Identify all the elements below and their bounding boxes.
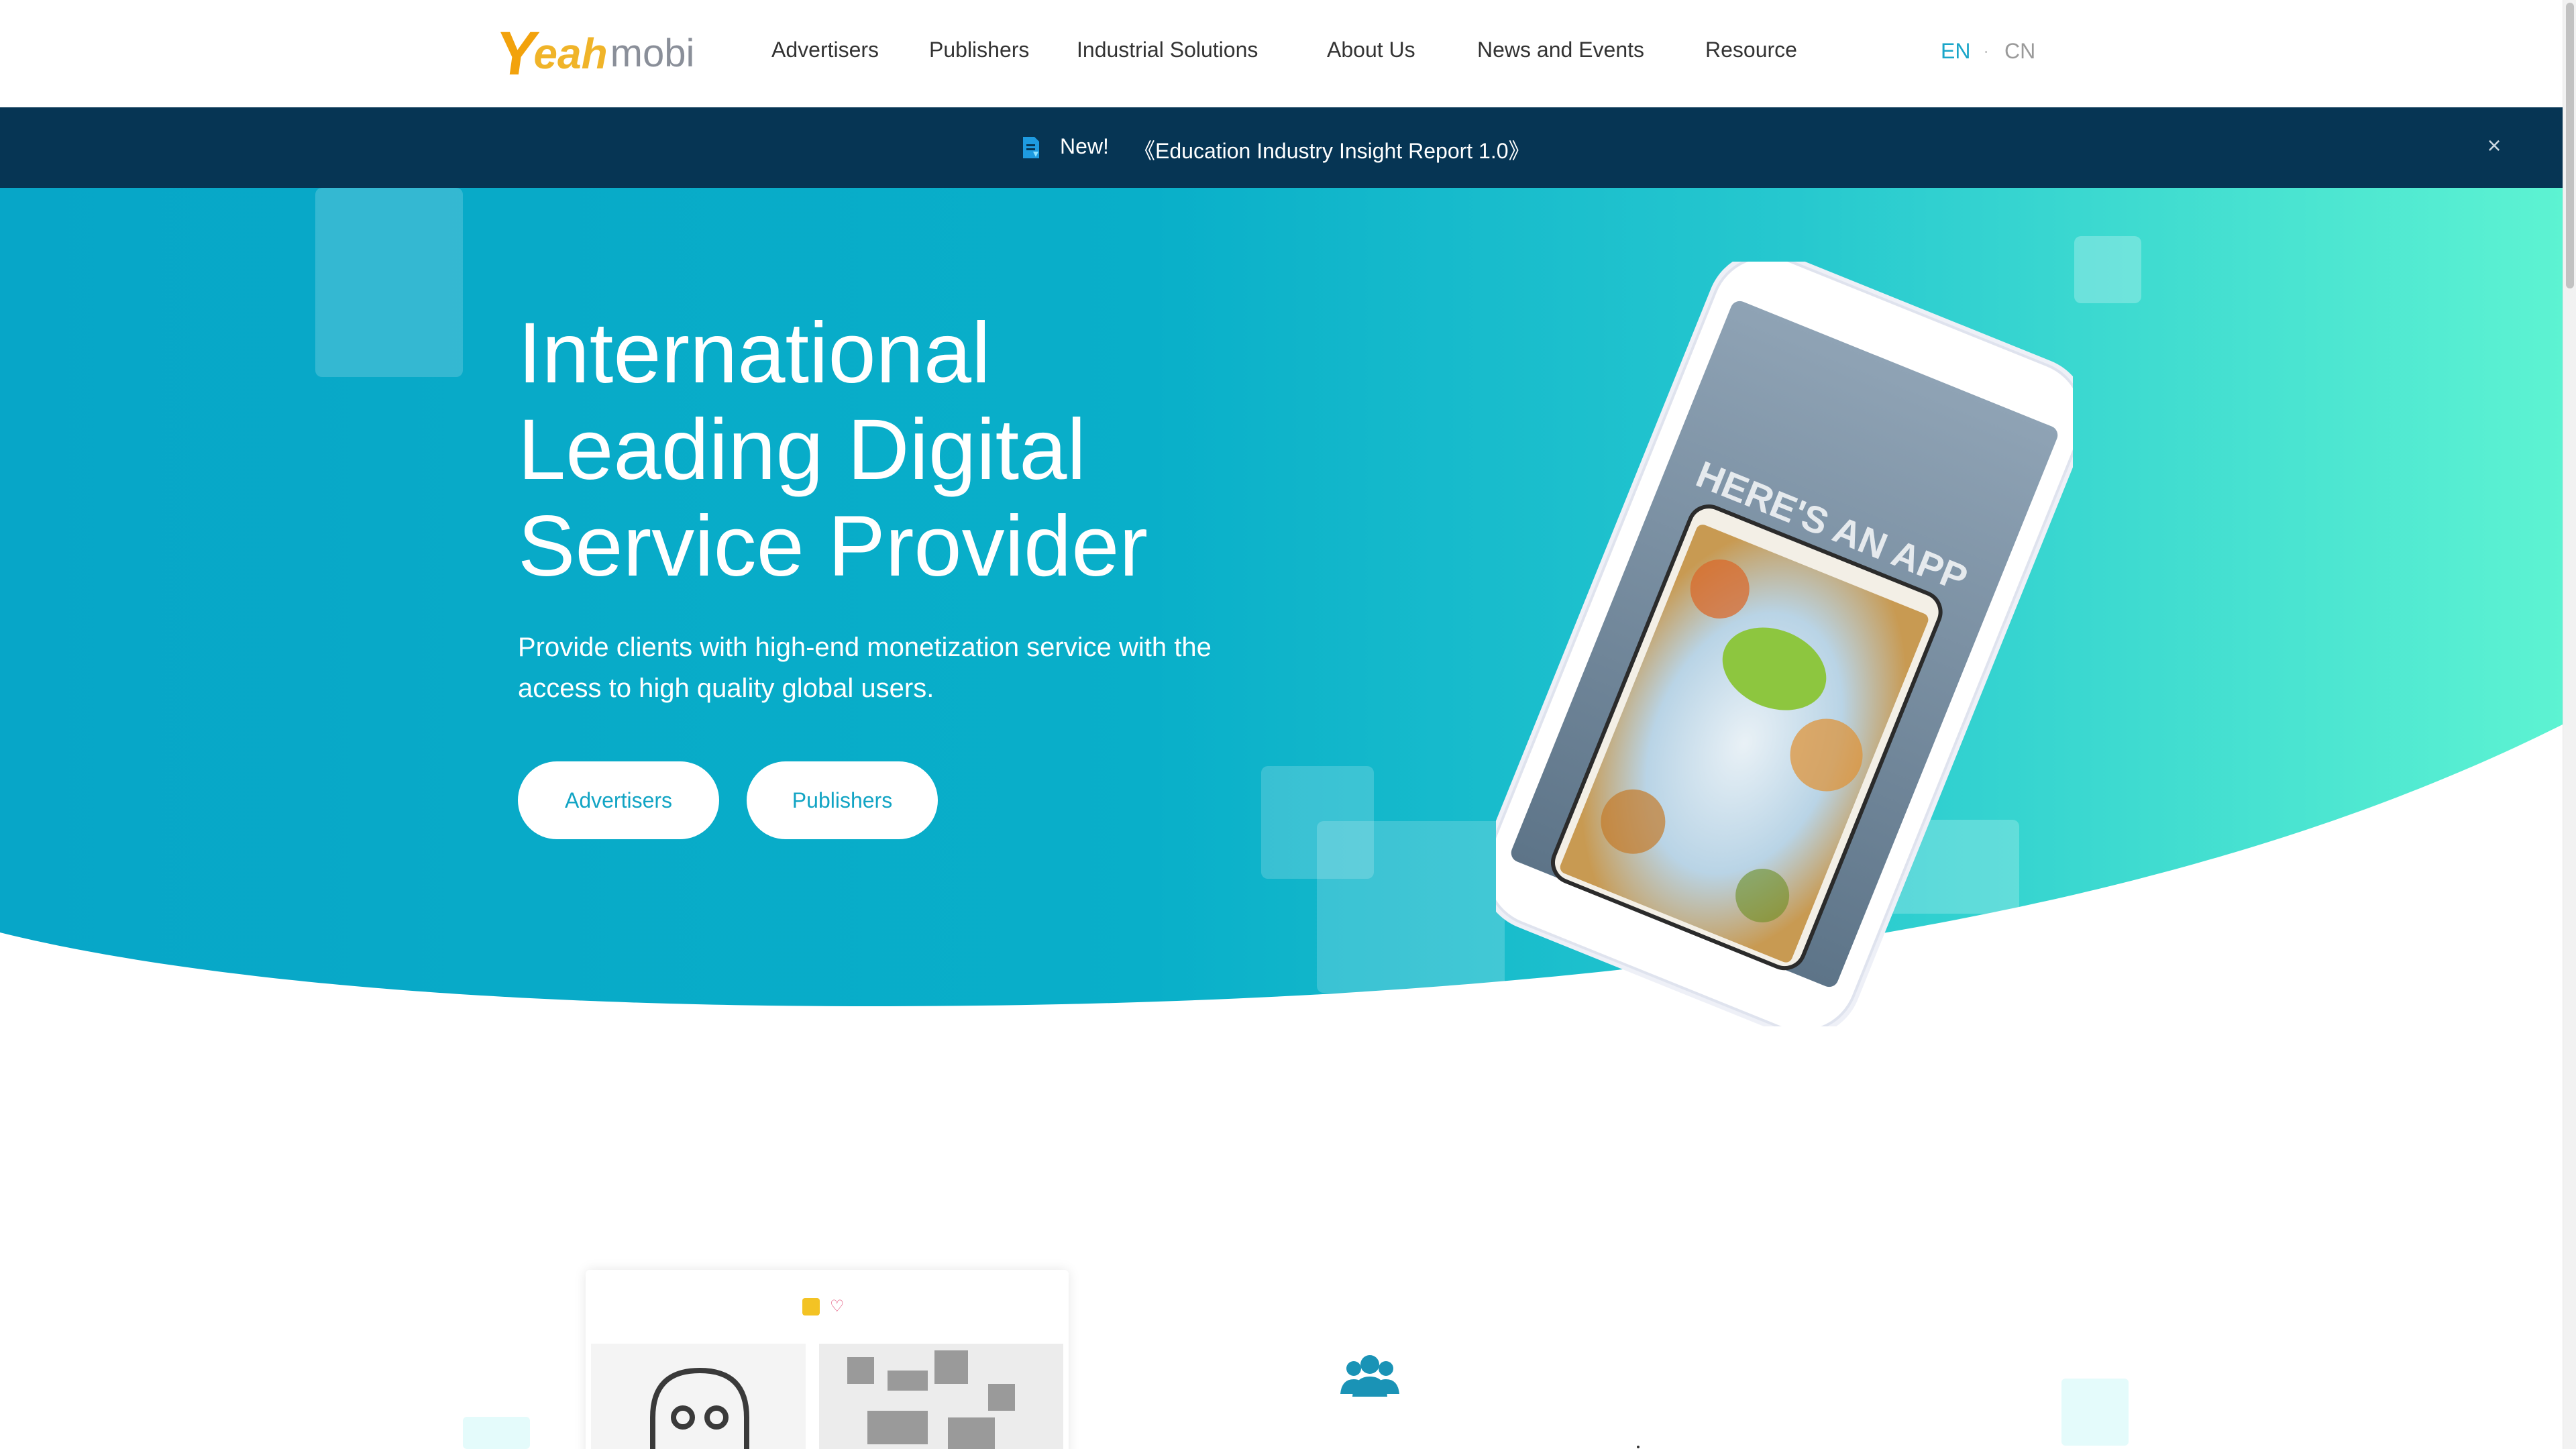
hero-subtitle: Provide clients with high-end monetizati… bbox=[518, 633, 1212, 703]
decorative-square bbox=[2061, 1379, 2129, 1446]
announcement-new-label: New! bbox=[1060, 134, 1109, 158]
nav-advertisers[interactable]: Advertisers bbox=[771, 38, 879, 62]
document-icon bbox=[1021, 136, 1041, 160]
phone-mockup: HERE'S AN APP bbox=[1496, 262, 2073, 1026]
hero-title: International Leading Digital Service Pr… bbox=[518, 305, 1148, 594]
language-separator: · bbox=[1983, 40, 1990, 61]
scrollbar-thumb[interactable] bbox=[2566, 3, 2574, 288]
showcase-card: ♡ bbox=[586, 1270, 1069, 1449]
nav-publishers[interactable]: Publishers bbox=[929, 38, 1029, 62]
language-cn[interactable]: CN bbox=[2004, 39, 2035, 64]
decorative-square bbox=[2074, 236, 2141, 303]
logo-y: Y bbox=[491, 19, 543, 88]
decorative-square bbox=[315, 188, 463, 377]
logo-eah: eah bbox=[533, 30, 608, 78]
yeahmobi-logo[interactable]: Y eah mobi bbox=[492, 19, 695, 88]
decorative-square bbox=[463, 1417, 530, 1449]
top-navigation: Y eah mobi Advertisers Publishers Indust… bbox=[0, 0, 2563, 107]
advertisers-button[interactable]: Advertisers bbox=[518, 761, 719, 839]
logo-mobi: mobi bbox=[610, 32, 695, 75]
heart-icon: ♡ bbox=[830, 1297, 845, 1316]
nav-news-and-events[interactable]: News and Events bbox=[1477, 38, 1644, 62]
nav-about-us[interactable]: About Us bbox=[1327, 38, 1415, 62]
decorative-square bbox=[1317, 821, 1505, 993]
language-en[interactable]: EN bbox=[1941, 39, 1970, 64]
nav-industrial-solutions[interactable]: Industrial Solutions bbox=[1077, 38, 1258, 62]
publishers-button[interactable]: Publishers bbox=[747, 761, 938, 839]
close-icon[interactable]: × bbox=[2481, 131, 2508, 160]
announcement-bar: New! 《Education Industry Insight Report … bbox=[0, 107, 2563, 188]
nav-resource[interactable]: Resource bbox=[1705, 38, 1797, 62]
yellow-square-icon bbox=[802, 1298, 820, 1316]
decorative-dot bbox=[1637, 1446, 1640, 1448]
hero-section: International Leading Digital Service Pr… bbox=[0, 188, 2563, 1060]
announcement-link[interactable]: 《Education Industry Insight Report 1.0》 bbox=[1134, 134, 1530, 165]
users-group-icon bbox=[1340, 1355, 1399, 1397]
page-scrollbar[interactable] bbox=[2563, 0, 2576, 1449]
pixel-art-illustration bbox=[586, 1344, 1069, 1449]
